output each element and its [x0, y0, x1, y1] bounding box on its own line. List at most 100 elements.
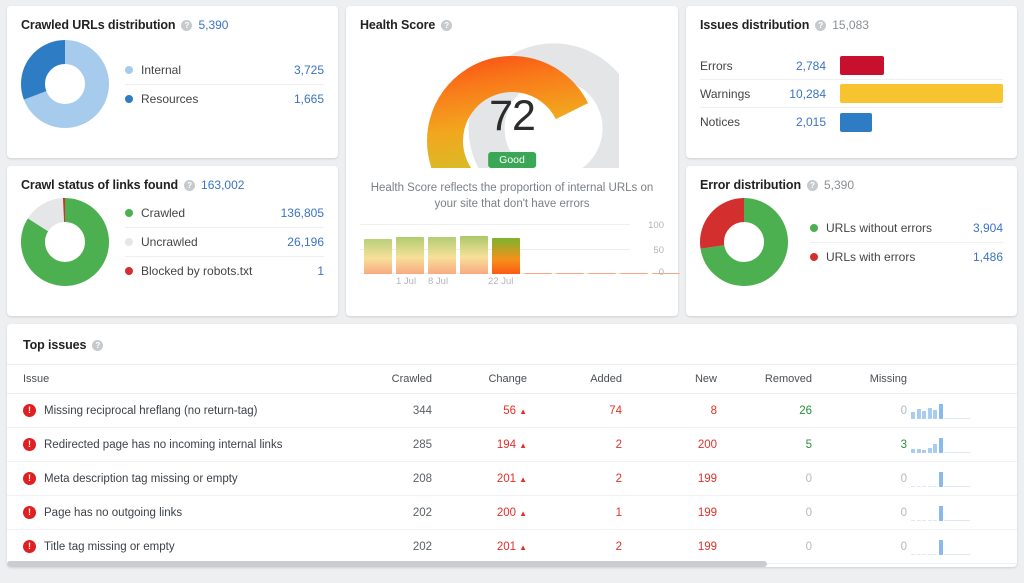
cell-missing: 0 [812, 496, 907, 530]
cell-removed: 0 [717, 530, 812, 564]
column-header-new[interactable]: New [622, 365, 717, 394]
column-header-removed[interactable]: Removed [717, 365, 812, 394]
spark-bar [939, 404, 943, 419]
error-icon: ! [23, 404, 36, 417]
cell-added: 74 [527, 394, 622, 428]
spark-bar [944, 418, 970, 420]
issue-label: Title tag missing or empty [44, 541, 175, 553]
bar[interactable] [620, 273, 648, 275]
chart-plot-area [360, 224, 630, 274]
crawl-status-legend: Crawled 136,805 Uncrawled 26,196 Blocked… [125, 199, 324, 285]
help-icon[interactable]: ? [92, 340, 103, 351]
legend-item[interactable]: Blocked by robots.txt 1 [125, 257, 324, 285]
bar[interactable] [460, 236, 488, 275]
trend-up-icon: ▲ [519, 543, 527, 552]
issues-bar-row-notices[interactable]: Notices 2,015 [700, 108, 1003, 136]
cell-issue[interactable]: !Page has no outgoing links [7, 496, 337, 530]
legend-value: 1,665 [294, 92, 324, 106]
help-icon[interactable]: ? [807, 180, 818, 191]
help-icon[interactable]: ? [181, 20, 192, 31]
bar[interactable] [428, 237, 456, 274]
legend-item[interactable]: Crawled 136,805 [125, 199, 324, 228]
issues-bar-label: Errors [700, 59, 772, 73]
cell-new: 199 [622, 496, 717, 530]
help-icon[interactable]: ? [184, 180, 195, 191]
cell-issue[interactable]: ! Title tag missing or empty [7, 530, 337, 564]
cell-new: 200 [622, 428, 717, 462]
issues-bar-row-errors[interactable]: Errors 2,784 [700, 52, 1003, 80]
legend-color-dot [810, 224, 818, 232]
column-header-issue[interactable]: Issue [7, 365, 337, 394]
help-icon[interactable]: ? [441, 20, 452, 31]
card-title: Health Score [360, 18, 435, 32]
scrollbar-thumb[interactable] [7, 561, 767, 567]
table-row[interactable]: !Meta description tag missing or empty 20… [7, 462, 1017, 496]
table-row[interactable]: !Page has no outgoing links202200▲119900… [7, 496, 1017, 530]
cell-missing: 0 [812, 530, 907, 564]
legend-item[interactable]: Internal 3,725 [125, 56, 324, 85]
issues-bar-list: Errors 2,784 Warnings 10,284 [686, 48, 1017, 136]
issues-bar-row-warnings[interactable]: Warnings 10,284 [700, 80, 1003, 108]
card-title: Top issues [23, 338, 86, 352]
sparkline-chart [907, 504, 1007, 521]
help-icon[interactable]: ? [815, 20, 826, 31]
legend-value: 1,486 [973, 250, 1003, 264]
spark-bar [933, 410, 937, 419]
column-header-change[interactable]: Change [432, 365, 527, 394]
cell-crawled: 344 [337, 394, 432, 428]
spark-bar [922, 450, 926, 453]
issue-label: Meta description tag missing or empty [44, 473, 238, 485]
legend-item[interactable]: URLs without errors 3,904 [810, 214, 1003, 243]
column-header-missing[interactable]: Missing [812, 365, 907, 394]
legend-value: 136,805 [281, 206, 324, 220]
cell-issue[interactable]: !Redirected page has no incoming interna… [7, 428, 337, 462]
legend-item[interactable]: Resources 1,665 [125, 85, 324, 113]
issues-bar-value: 2,784 [772, 59, 826, 73]
spark-bar [917, 554, 921, 556]
cell-change: 201▲ [432, 462, 527, 496]
column-header-crawled[interactable]: Crawled [337, 365, 432, 394]
cell-missing: 0 [812, 394, 907, 428]
bar[interactable] [364, 239, 392, 275]
cell-removed: 5 [717, 428, 812, 462]
legend-color-dot [125, 66, 133, 74]
error-icon: ! [23, 540, 36, 553]
spark-bar [928, 448, 932, 453]
card-title: Crawled URLs distribution [21, 18, 175, 32]
legend-item[interactable]: URLs with errors 1,486 [810, 243, 1003, 271]
cell-issue[interactable]: !Meta description tag missing or empty [7, 462, 337, 496]
cell-actions: ⌄ [1007, 462, 1017, 496]
cell-added: 2 [527, 530, 622, 564]
health-score-badge: Good [488, 152, 536, 168]
card-title: Error distribution [700, 178, 801, 192]
legend-label: Resources [141, 92, 294, 106]
card-header: Issues distribution ? 15,083 [686, 6, 1017, 32]
cell-actions: ⌄ [1007, 394, 1017, 428]
bar[interactable] [396, 237, 424, 275]
legend-color-dot [125, 95, 133, 103]
table-row[interactable]: !Redirected page has no incoming interna… [7, 428, 1017, 462]
issues-bar-fill [840, 113, 872, 132]
x-axis-labels: 1 Jul 8 Jul 22 Jul [364, 276, 630, 290]
sparkline-chart [907, 436, 1007, 453]
bar[interactable] [524, 273, 552, 275]
cell-issue[interactable]: !Missing reciprocal hreflang (no return-… [7, 394, 337, 428]
card-total-count: 5,390 [198, 18, 228, 32]
spark-bar [939, 540, 943, 555]
table-row[interactable]: !Title tag missing or empty202201▲219900… [7, 530, 1017, 564]
spark-bar [944, 520, 970, 522]
bar[interactable] [556, 273, 584, 275]
x-axis-tick-8jul: 8 Jul [428, 276, 448, 287]
horizontal-scrollbar[interactable] [7, 560, 1017, 567]
bar[interactable] [588, 273, 616, 275]
bar[interactable] [652, 273, 680, 275]
issues-bar-value: 2,015 [772, 115, 826, 129]
issues-bar-fill [840, 56, 884, 75]
spark-bar [917, 520, 921, 522]
card-issues-distribution: Issues distribution ? 15,083 Errors 2,78… [686, 6, 1017, 158]
bar[interactable] [492, 238, 520, 274]
table-row[interactable]: !Missing reciprocal hreflang (no return-… [7, 394, 1017, 428]
legend-item[interactable]: Uncrawled 26,196 [125, 228, 324, 257]
column-header-added[interactable]: Added [527, 365, 622, 394]
cell-removed: 0 [717, 462, 812, 496]
